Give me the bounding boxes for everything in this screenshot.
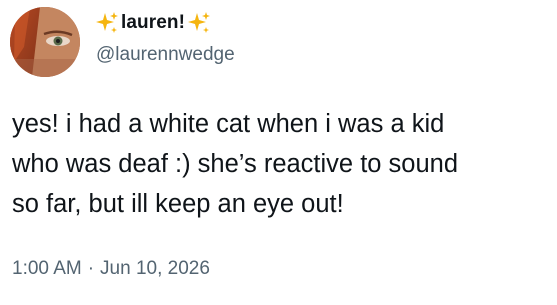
timestamp-separator: · <box>87 258 95 279</box>
author-display-name[interactable]: lauren! <box>121 12 185 34</box>
tweet-text: yes! i had a white cat when i was a kid … <box>12 110 459 218</box>
sparkles-icon <box>187 11 211 35</box>
tweet-time[interactable]: 1:00 AM <box>12 258 82 280</box>
sparkles-icon <box>95 11 119 35</box>
avatar-image <box>10 7 80 77</box>
tweet-date[interactable]: Jun 10, 2026 <box>100 258 210 280</box>
author-name-row[interactable]: lauren! <box>95 8 211 38</box>
tweet-card: lauren! @laurennwedge yes! i had a white… <box>0 0 557 305</box>
tweet-timestamp[interactable]: 1:00 AM · Jun 10, 2026 <box>12 258 210 280</box>
avatar[interactable] <box>10 7 80 77</box>
author-handle[interactable]: @laurennwedge <box>96 44 235 66</box>
